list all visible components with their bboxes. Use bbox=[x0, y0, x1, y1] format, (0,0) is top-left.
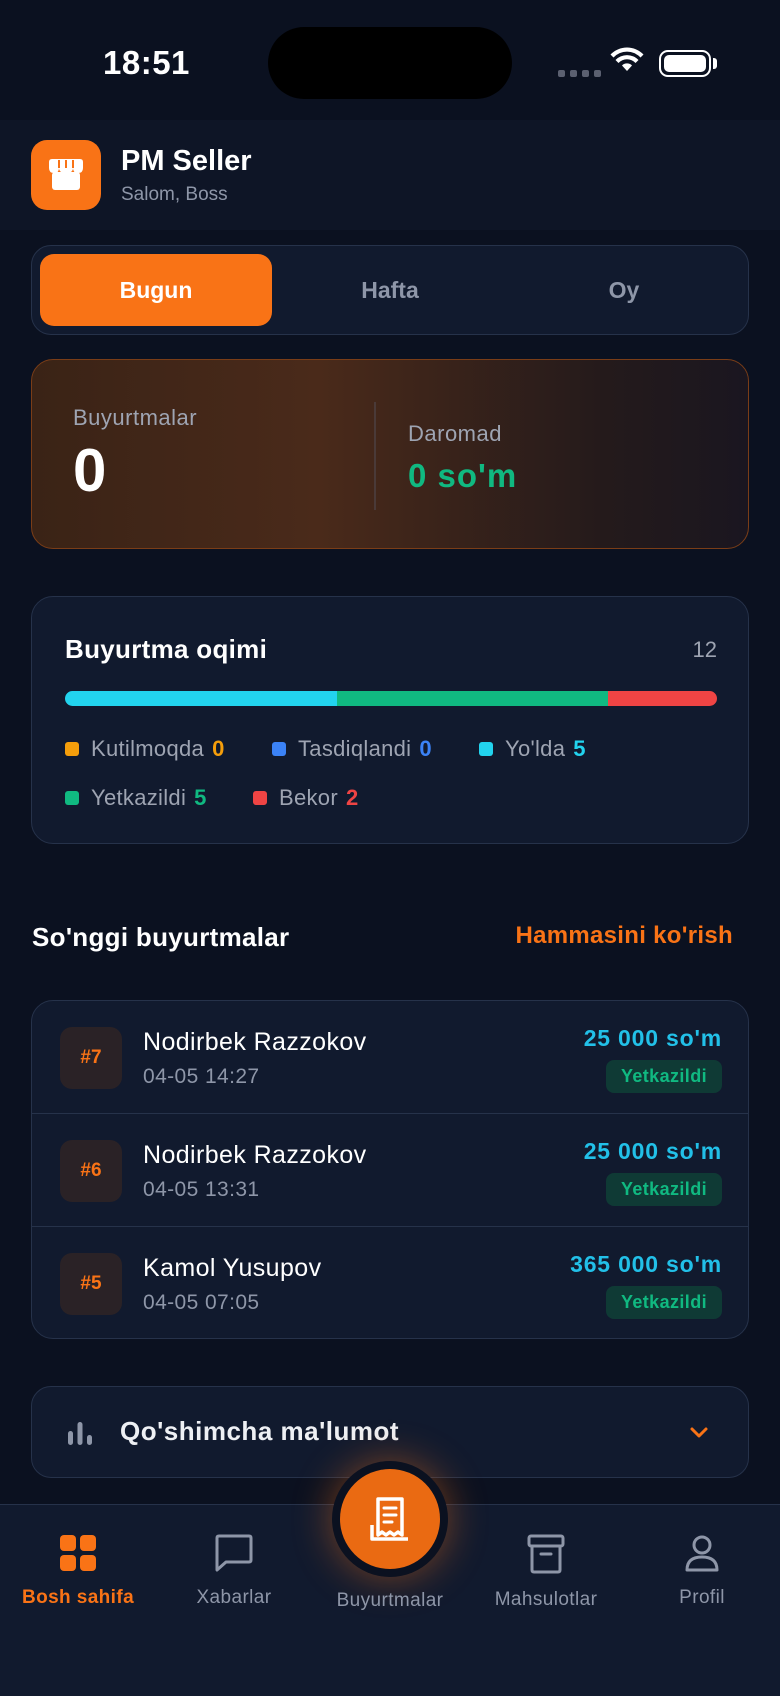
nav-label: Mahsulotlar bbox=[494, 1589, 598, 1610]
legend-dot bbox=[65, 791, 79, 805]
order-amount: 25 000 so'm bbox=[583, 1025, 722, 1051]
order-flow-total: 12 bbox=[692, 637, 717, 662]
nav-messages[interactable]: Xabarlar bbox=[156, 1533, 312, 1609]
order-date: 04-05 13:31 bbox=[143, 1178, 260, 1201]
legend-on-the-way: Yo'lda 5 bbox=[479, 736, 586, 762]
order-row[interactable]: #5 Kamol Yusupov 04-05 07:05 365 000 so'… bbox=[32, 1226, 748, 1338]
orders-label: Buyurtmalar bbox=[73, 405, 198, 430]
legend-delivered: Yetkazildi 5 bbox=[65, 785, 207, 811]
nav-label: Xabarlar bbox=[196, 1587, 272, 1608]
legend-count: 0 bbox=[212, 736, 225, 761]
receipt-icon bbox=[370, 1497, 408, 1541]
legend-dot bbox=[65, 742, 79, 756]
status-bar: 18:51 bbox=[0, 0, 780, 120]
customer-name: Nodirbek Razzokov bbox=[143, 1028, 367, 1056]
flow-bar-segment bbox=[336, 691, 609, 706]
battery-icon bbox=[659, 50, 711, 77]
legend-dot bbox=[272, 742, 286, 756]
legend-label: Kutilmoqda bbox=[91, 736, 205, 761]
tab-month[interactable]: Oy bbox=[508, 254, 740, 326]
nav-home[interactable]: Bosh sahifa bbox=[0, 1533, 156, 1609]
nav-profile[interactable]: Profil bbox=[624, 1533, 780, 1609]
legend-label: Tasdiqlandi bbox=[298, 736, 412, 761]
nav-label: Buyurtmalar bbox=[336, 1590, 444, 1611]
income-label: Daromad bbox=[408, 421, 502, 446]
see-all-link[interactable]: Hammasini ko'rish bbox=[515, 922, 733, 950]
status-time: 18:51 bbox=[103, 44, 190, 81]
orders-fab[interactable] bbox=[332, 1461, 448, 1577]
order-amount: 25 000 so'm bbox=[583, 1138, 722, 1164]
order-flow-title: Buyurtma oqimi bbox=[65, 634, 268, 664]
order-id-badge: #5 bbox=[60, 1253, 122, 1315]
summary-card: Buyurtmalar 0 Daromad 0 so'm bbox=[31, 359, 749, 549]
legend-pending: Kutilmoqda 0 bbox=[65, 736, 225, 762]
legend-cancelled: Bekor 2 bbox=[253, 785, 359, 811]
greeting-text: Salom, Boss bbox=[121, 184, 228, 205]
customer-name: Nodirbek Razzokov bbox=[143, 1141, 367, 1169]
order-flow-bar bbox=[65, 691, 717, 706]
cellular-signal-icon bbox=[558, 70, 601, 77]
legend-dot bbox=[253, 791, 267, 805]
orders-fab-button[interactable] bbox=[340, 1469, 440, 1569]
more-info-label: Qo'shimcha ma'lumot bbox=[120, 1416, 400, 1446]
flow-bar-segment bbox=[65, 691, 337, 706]
legend-count: 2 bbox=[345, 785, 359, 810]
legend-label: Yetkazildi bbox=[91, 785, 187, 810]
grid-icon bbox=[60, 1535, 96, 1571]
dynamic-island bbox=[268, 27, 512, 99]
recent-orders-list: #7 Nodirbek Razzokov 04-05 14:27 25 000 … bbox=[31, 1000, 749, 1339]
archive-icon bbox=[527, 1534, 565, 1574]
nav-label: Profil bbox=[679, 1587, 725, 1608]
legend-count: 5 bbox=[194, 785, 207, 810]
order-date: 04-05 14:27 bbox=[143, 1065, 260, 1088]
wifi-icon bbox=[610, 47, 644, 71]
flow-bar-segment bbox=[608, 691, 717, 706]
customer-name: Kamol Yusupov bbox=[143, 1254, 322, 1282]
legend-count: 0 bbox=[419, 736, 432, 761]
order-amount: 365 000 so'm bbox=[570, 1251, 722, 1277]
app-title: PM Seller bbox=[121, 145, 252, 177]
store-icon bbox=[31, 140, 101, 210]
tab-today[interactable]: Bugun bbox=[40, 254, 272, 326]
chevron-down-icon bbox=[690, 1427, 708, 1438]
status-badge: Yetkazildi bbox=[605, 1060, 722, 1093]
status-badge: Yetkazildi bbox=[605, 1286, 722, 1319]
tab-week[interactable]: Hafta bbox=[274, 254, 506, 326]
period-tabs: Bugun Hafta Oy bbox=[31, 245, 749, 335]
legend-confirmed: Tasdiqlandi 0 bbox=[272, 736, 432, 762]
summary-divider bbox=[374, 402, 376, 510]
app-header: PM Seller Salom, Boss bbox=[0, 120, 780, 230]
order-id-badge: #6 bbox=[60, 1140, 122, 1202]
legend-label: Bekor bbox=[279, 785, 338, 810]
order-flow-card: Buyurtma oqimi 12 Kutilmoqda 0 Tasdiqlan… bbox=[31, 596, 749, 844]
status-badge: Yetkazildi bbox=[605, 1173, 722, 1206]
message-icon bbox=[215, 1534, 253, 1572]
user-icon bbox=[685, 1535, 719, 1572]
legend-dot bbox=[479, 742, 493, 756]
order-row[interactable]: #6 Nodirbek Razzokov 04-05 13:31 25 000 … bbox=[32, 1113, 748, 1225]
orders-count: 0 bbox=[73, 437, 107, 504]
bar-chart-icon bbox=[68, 1422, 92, 1445]
order-id-badge: #7 bbox=[60, 1027, 122, 1089]
recent-orders-title: So'nggi buyurtmalar bbox=[32, 922, 290, 952]
income-value: 0 so'm bbox=[408, 457, 518, 494]
legend-count: 5 bbox=[573, 736, 586, 761]
legend-label: Yo'lda bbox=[505, 736, 566, 761]
nav-products[interactable]: Mahsulotlar bbox=[468, 1533, 624, 1611]
order-row[interactable]: #7 Nodirbek Razzokov 04-05 14:27 25 000 … bbox=[32, 1001, 748, 1113]
nav-label: Bosh sahifa bbox=[21, 1587, 135, 1608]
order-date: 04-05 07:05 bbox=[143, 1291, 260, 1314]
